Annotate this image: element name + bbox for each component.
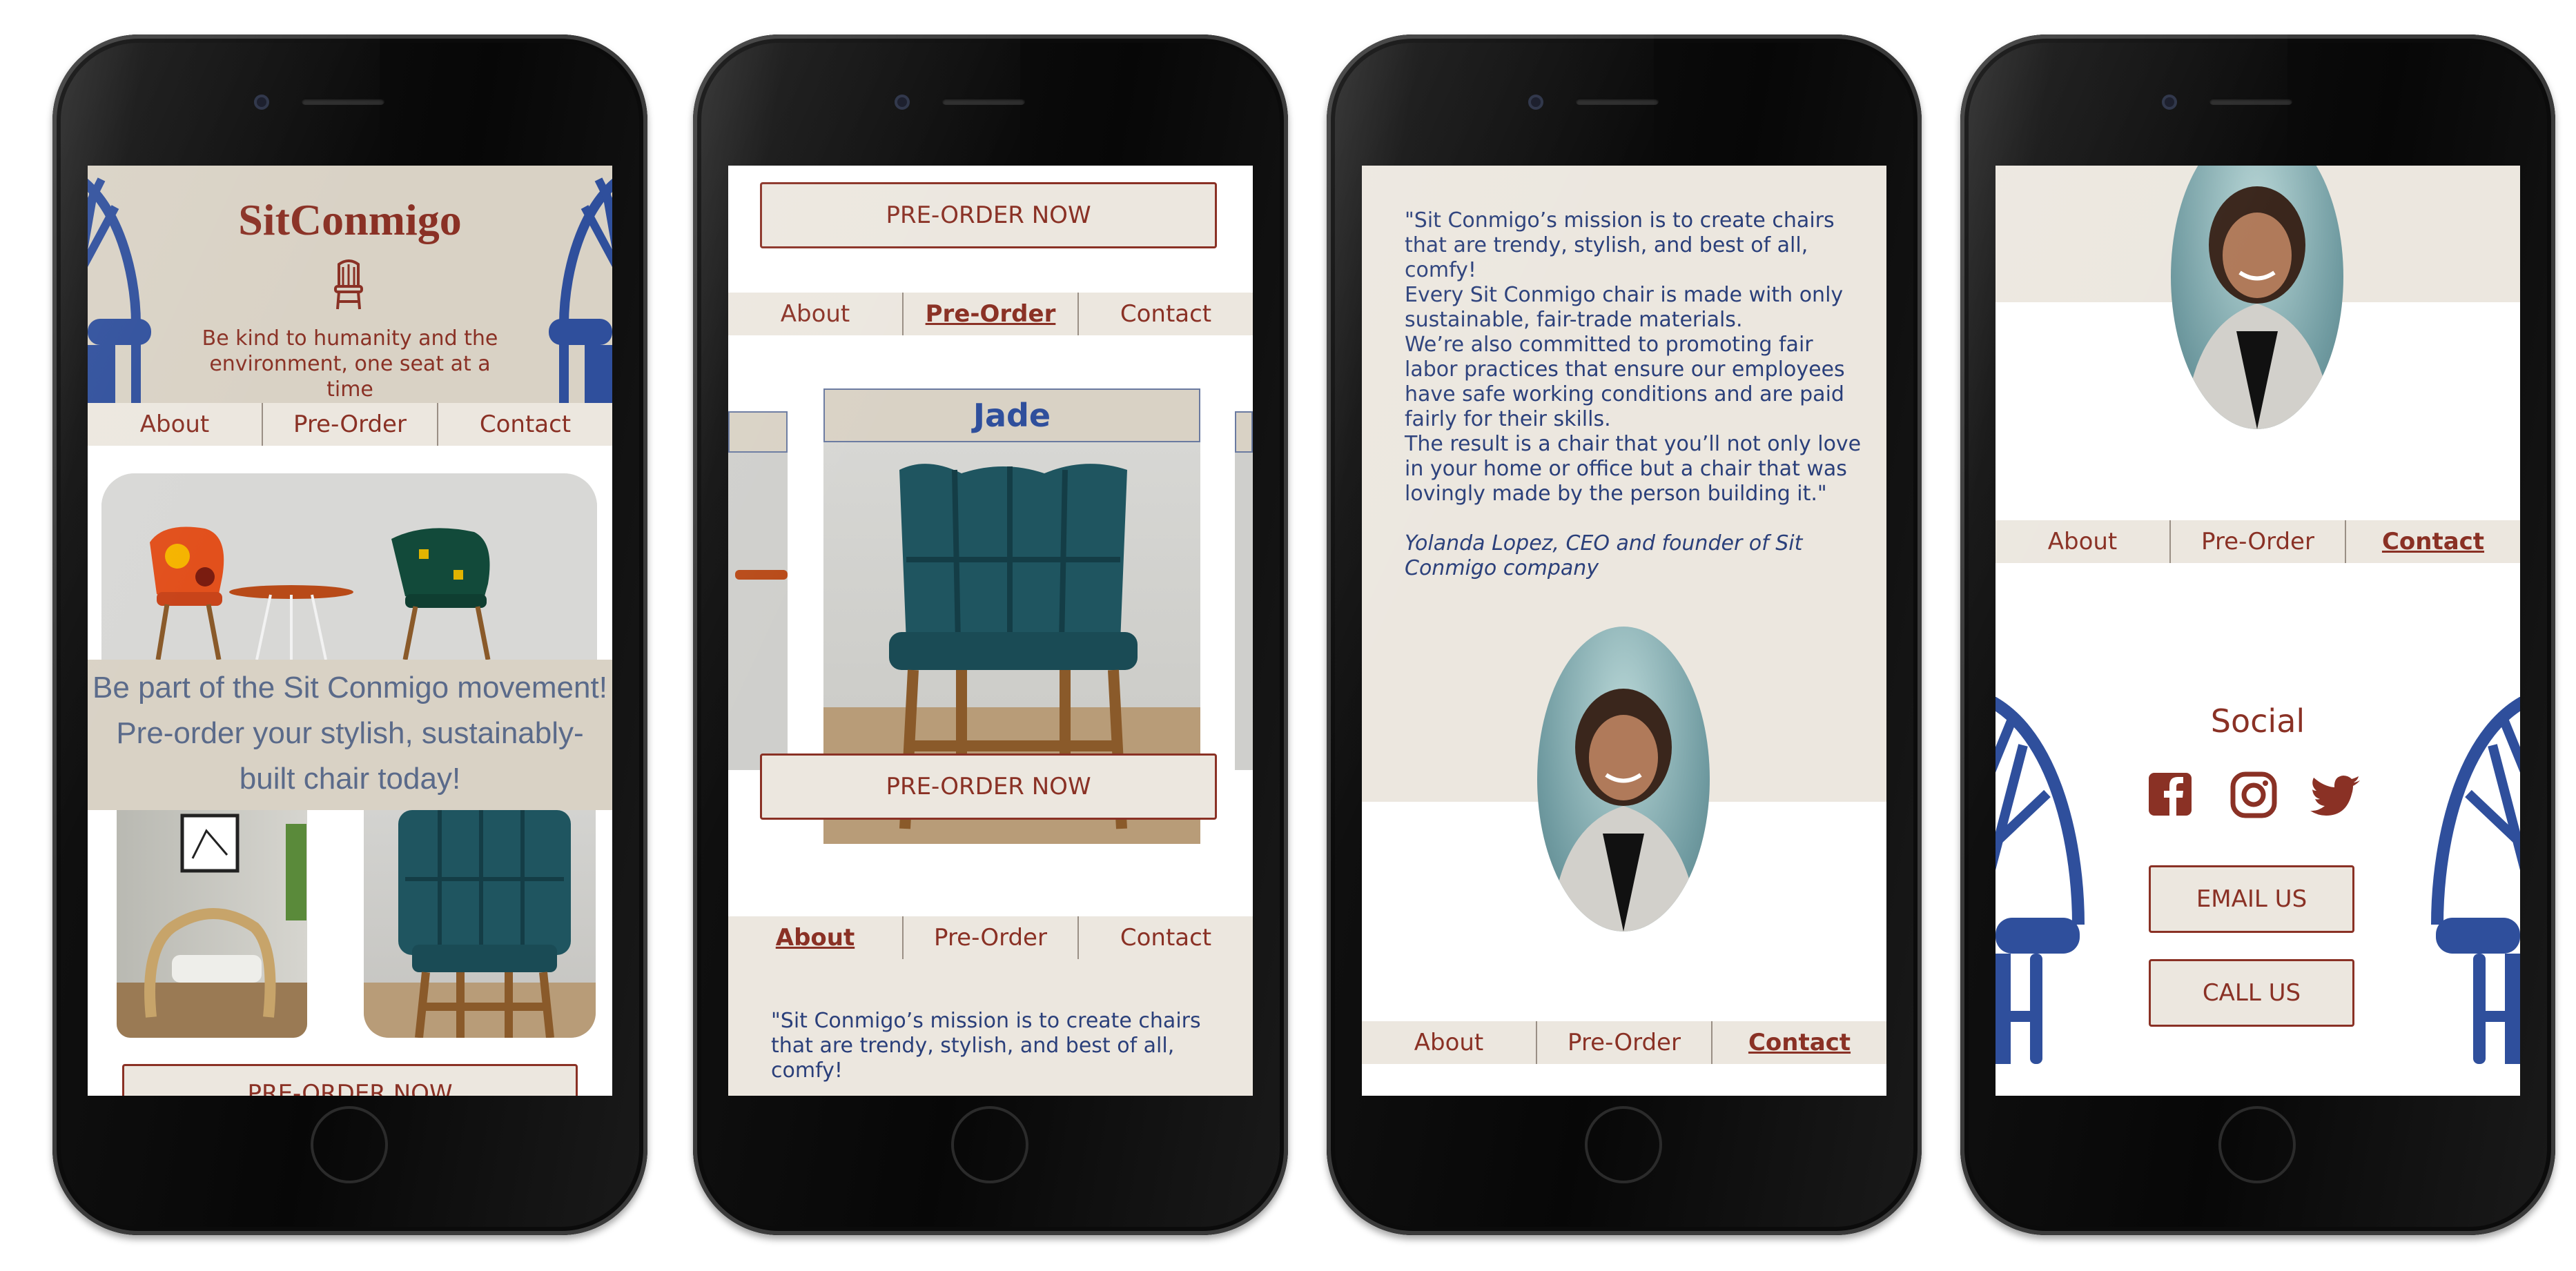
ceo-portrait — [1537, 627, 1710, 932]
mission-quote-partial: "Sit Conmigo’s mission is to create chai… — [771, 1009, 1201, 1083]
nav-contact[interactable]: Contact — [1077, 293, 1253, 335]
movement-line-2: Pre-order your stylish, sustainably- — [116, 716, 584, 750]
nav-about[interactable]: About — [1996, 520, 2169, 563]
two-chairs-photo — [101, 473, 597, 660]
prev-slide-header — [728, 411, 788, 453]
logo-text[interactable]: SitConmigo — [88, 195, 612, 246]
front-camera — [254, 95, 269, 110]
nav-about[interactable]: About — [1362, 1021, 1536, 1064]
mission-quote: "Sit Conmigo’s mission is to create chai… — [1405, 208, 1862, 506]
call-us-button[interactable]: CALL US — [2149, 959, 2354, 1027]
nav-contact[interactable]: Contact — [2345, 520, 2520, 563]
nav-contact[interactable]: Contact — [1711, 1021, 1886, 1064]
movement-line-1: Be part of the Sit Conmigo movement! — [92, 671, 607, 705]
quote-attribution: Yolanda Lopez, CEO and founder of Sit Co… — [1405, 531, 1803, 580]
phone-frame-1: SitConmigo Be kind to humanity and the e… — [52, 35, 647, 1235]
nav-about[interactable]: About — [728, 293, 902, 335]
nav-about[interactable]: About — [728, 916, 902, 959]
main-nav: About Pre-Order Contact — [1362, 1021, 1886, 1064]
nav-contact[interactable]: Contact — [437, 403, 612, 446]
ceo-portrait-photo — [1551, 689, 1699, 932]
front-camera — [2162, 95, 2177, 110]
email-us-button[interactable]: EMAIL US — [2149, 865, 2354, 933]
carousel-prev-slide[interactable] — [728, 411, 788, 770]
nav-contact[interactable]: Contact — [1077, 916, 1253, 959]
home-button[interactable] — [2218, 1106, 2296, 1183]
preorder-now-button[interactable]: PRE-ORDER NOW — [122, 1064, 578, 1096]
chair-back-decoration-right — [2431, 697, 2520, 1064]
earpiece-speaker — [942, 98, 1025, 105]
chair-icon — [334, 259, 363, 310]
jade-chair-photo — [364, 810, 596, 1038]
twitter-icon[interactable] — [2310, 776, 2360, 816]
carousel-next-slide[interactable] — [1235, 411, 1253, 770]
earpiece-speaker — [1576, 98, 1659, 105]
site-header: SitConmigo Be kind to humanity and the e… — [88, 166, 612, 403]
nav-preorder[interactable]: Pre-Order — [902, 916, 1077, 959]
preorder-now-button-bottom[interactable]: PRE-ORDER NOW — [760, 753, 1217, 820]
ceo-portrait-photo — [2185, 186, 2333, 429]
main-nav: About Pre-Order Contact — [1996, 520, 2520, 563]
phone-frame-4: About Pre-Order Contact Social EMAIL US … — [1960, 35, 2555, 1235]
earpiece-speaker — [2209, 98, 2292, 105]
ceo-portrait — [2171, 166, 2343, 429]
facebook-icon[interactable] — [2149, 773, 2192, 816]
movement-banner: Be part of the Sit Conmigo movement! Pre… — [88, 660, 612, 810]
home-button[interactable] — [1585, 1106, 1662, 1183]
prev-slide-table — [735, 570, 788, 580]
main-nav: About Pre-Order Contact — [728, 293, 1253, 335]
earpiece-speaker — [302, 98, 384, 105]
main-nav: About Pre-Order Contact — [88, 403, 612, 446]
front-camera — [895, 95, 910, 110]
phone-frame-2: PRE-ORDER NOW About Pre-Order Contact Ja… — [693, 35, 1288, 1235]
movement-line-3: built chair today! — [239, 762, 461, 796]
chair-back-decoration-left — [1996, 697, 2085, 1064]
about-section: "Sit Conmigo’s mission is to create chai… — [728, 959, 1253, 1096]
nav-about[interactable]: About — [88, 403, 262, 446]
rattan-chair-photo — [117, 814, 307, 1038]
instagram-icon[interactable] — [2230, 771, 2277, 818]
social-heading: Social — [2210, 702, 2305, 740]
front-camera — [1528, 95, 1543, 110]
nav-preorder[interactable]: Pre-Order — [1536, 1021, 1711, 1064]
home-button[interactable] — [311, 1106, 388, 1183]
screen-preorder: PRE-ORDER NOW About Pre-Order Contact Ja… — [728, 166, 1253, 1096]
phone-frame-3: "Sit Conmigo’s mission is to create chai… — [1327, 35, 1922, 1235]
rattan-chair-image — [117, 810, 307, 1038]
hero-image — [101, 473, 597, 660]
preorder-now-button-top[interactable]: PRE-ORDER NOW — [760, 182, 1217, 248]
main-nav-secondary: About Pre-Order Contact — [728, 916, 1253, 959]
screen-about: "Sit Conmigo’s mission is to create chai… — [1362, 166, 1886, 1096]
product-name: Jade — [823, 388, 1200, 442]
tagline: Be kind to humanity and the environment,… — [202, 326, 498, 402]
nav-preorder[interactable]: Pre-Order — [2169, 520, 2345, 563]
jade-chair-image — [364, 810, 596, 1038]
home-button[interactable] — [951, 1106, 1028, 1183]
screen-home: SitConmigo Be kind to humanity and the e… — [88, 166, 612, 1096]
screen-contact: About Pre-Order Contact Social EMAIL US … — [1996, 166, 2520, 1096]
next-slide-header — [1235, 411, 1253, 453]
nav-preorder[interactable]: Pre-Order — [262, 403, 437, 446]
nav-preorder[interactable]: Pre-Order — [902, 293, 1077, 335]
